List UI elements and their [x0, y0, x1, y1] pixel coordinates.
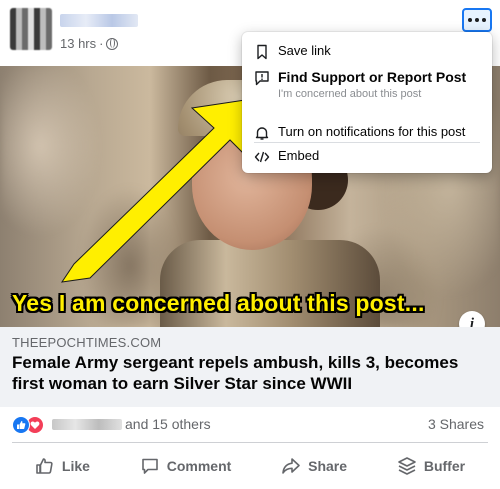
bell-icon	[255, 127, 269, 140]
reaction-icons[interactable]	[12, 416, 44, 434]
facebook-post: 13 hrs · Yes I am concerned about this p…	[0, 0, 500, 489]
author-name-redacted[interactable]	[60, 14, 138, 27]
like-reaction-icon	[12, 416, 30, 434]
share-button[interactable]: Share	[271, 450, 357, 482]
menu-item-save-link[interactable]: Save link	[242, 43, 492, 60]
link-headline[interactable]: Female Army sergeant repels ambush, kill…	[12, 352, 482, 394]
thumbs-up-icon	[36, 458, 53, 474]
menu-label-save-link: Save link	[278, 43, 331, 58]
menu-label-report: Find Support or Report Post	[278, 69, 467, 85]
post-options-menu: Save link Find Support or Report Post I'…	[242, 32, 492, 173]
reactions-bar: and 15 others 3 Shares	[12, 407, 488, 443]
share-icon	[282, 458, 300, 474]
buffer-button[interactable]: Buffer	[387, 450, 475, 482]
image-caption: Yes I am concerned about this post...	[12, 290, 425, 316]
comment-icon	[141, 458, 158, 474]
dot-icon	[468, 18, 472, 22]
post-meta: 13 hrs ·	[60, 36, 119, 51]
like-label: Like	[61, 458, 90, 474]
globe-icon	[106, 37, 119, 50]
buffer-label: Buffer	[423, 458, 466, 474]
comment-label: Comment	[166, 458, 232, 474]
like-button[interactable]: Like	[25, 450, 100, 482]
share-count[interactable]: 3 Shares	[428, 416, 484, 432]
menu-report-text: Find Support or Report Post I'm concerne…	[278, 69, 466, 100]
link-preview[interactable]: THEEPOCHTIMES.COM Female Army sergeant r…	[0, 327, 500, 407]
report-flag-icon	[255, 71, 269, 86]
dot-icon	[475, 18, 479, 22]
link-domain: THEEPOCHTIMES.COM	[12, 335, 162, 350]
menu-item-embed[interactable]: Embed	[242, 148, 492, 165]
menu-sublabel-report: I'm concerned about this post	[278, 88, 422, 100]
menu-item-notifications[interactable]: Turn on notifications for this post	[242, 124, 492, 141]
menu-label-notifications: Turn on notifications for this post	[278, 124, 466, 139]
comment-button[interactable]: Comment	[130, 450, 242, 482]
menu-divider	[254, 142, 480, 143]
reaction-others[interactable]: and 15 others	[125, 416, 211, 432]
more-options-button[interactable]	[462, 8, 492, 32]
meta-separator: ·	[99, 36, 104, 51]
share-label: Share	[308, 458, 348, 474]
buffer-stack-icon	[398, 457, 416, 475]
action-bar: Like Comment Share Buffer	[0, 446, 500, 486]
menu-label-embed: Embed	[278, 148, 320, 163]
avatar[interactable]	[10, 8, 52, 50]
dot-icon	[482, 18, 486, 22]
code-brackets-icon	[254, 151, 270, 163]
reactor-names-redacted[interactable]	[52, 419, 122, 430]
bookmark-icon	[257, 44, 267, 60]
menu-item-report-post[interactable]: Find Support or Report Post I'm concerne…	[242, 69, 492, 100]
timestamp[interactable]: 13 hrs	[60, 36, 96, 51]
